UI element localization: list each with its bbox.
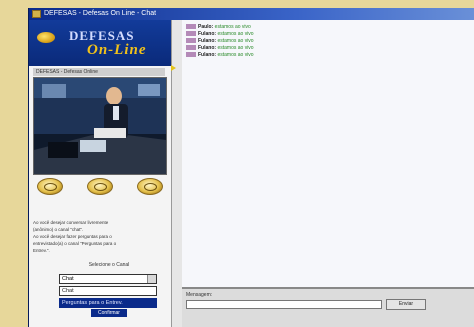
message-label: Mensagem: [186,292,213,298]
user-avatar-icon [186,38,196,44]
chat-message: Fulano: estamos ao vivo [186,38,254,44]
message-author: Fulano: [198,31,217,37]
channel-label: Selecione o Canal [88,262,130,268]
app-icon [32,10,41,18]
eye-icon [44,183,57,191]
logo: DEFESAS On-Line [29,20,171,66]
message-author: Fulano: [198,52,217,58]
message-bar: Mensagem: Enviar [182,287,474,327]
title-bar: DEFESAS - Defesas On Line - Chat [29,8,474,20]
chat-message: Paulo: estamos ao vivo [186,24,251,30]
eye-icon [144,183,157,191]
message-text: estamos ao vivo [217,31,254,37]
send-button[interactable]: Enviar [386,299,426,310]
chat-message: Fulano: estamos ao vivo [186,45,254,51]
message-author: Fulano: [198,45,217,51]
instruction-line: entrevistado(a) o canal "Perguntas para … [33,241,117,246]
video-caption: DEFESAS - Defesas Online [33,68,165,76]
rewind-button[interactable] [37,178,63,195]
user-avatar-icon [186,52,196,58]
video-controls [29,176,171,196]
instruction-line: Ao você desejar fazer perguntas para o [33,234,112,239]
left-panel: DEFESAS On-Line DEFESAS - Defesas Online [29,20,171,327]
app-window: DEFESAS - Defesas On Line - Chat DEFESAS… [28,8,474,327]
chat-message: Fulano: estamos ao vivo [186,31,254,37]
arrow-marker-icon [171,65,176,71]
message-text: estamos ao vivo [214,24,251,30]
instructions: Ao você desejar conversar livremente (an… [33,220,169,255]
message-text: estamos ao vivo [217,45,254,51]
message-text: estamos ao vivo [217,52,254,58]
confirm-channel-button[interactable]: Confirmar [91,309,127,317]
message-text: estamos ao vivo [217,38,254,44]
channel-option[interactable]: Chat [59,286,157,296]
channel-option[interactable]: Perguntas para o Entrev. [59,298,157,308]
user-avatar-icon [186,24,196,30]
message-author: Fulano: [198,38,217,44]
user-avatar-icon [186,31,196,37]
forward-button[interactable] [137,178,163,195]
eye-icon [94,183,107,191]
window-title: DEFESAS - Defesas On Line - Chat [44,10,157,17]
chat-log: Paulo: estamos ao vivo Fulano: estamos a… [182,20,474,287]
message-input[interactable] [186,300,382,309]
logo-online-text: On-Line [87,42,147,58]
video-frame-image [34,78,166,174]
play-button[interactable] [87,178,113,195]
message-author: Paulo: [198,24,214,30]
instruction-line: (anônimo) o canal "chat". [33,227,84,232]
channel-select[interactable]: Chat [59,274,157,284]
logo-orb-icon [37,32,55,43]
instruction-line: Entrev.". [33,248,50,253]
channel-selected: Chat [62,276,74,282]
chat-message: Fulano: estamos ao vivo [186,52,254,58]
user-avatar-icon [186,45,196,51]
instruction-line: Ao você desejar conversar livremente [33,220,109,225]
video-player[interactable] [33,77,167,175]
chevron-down-icon[interactable] [147,275,156,283]
